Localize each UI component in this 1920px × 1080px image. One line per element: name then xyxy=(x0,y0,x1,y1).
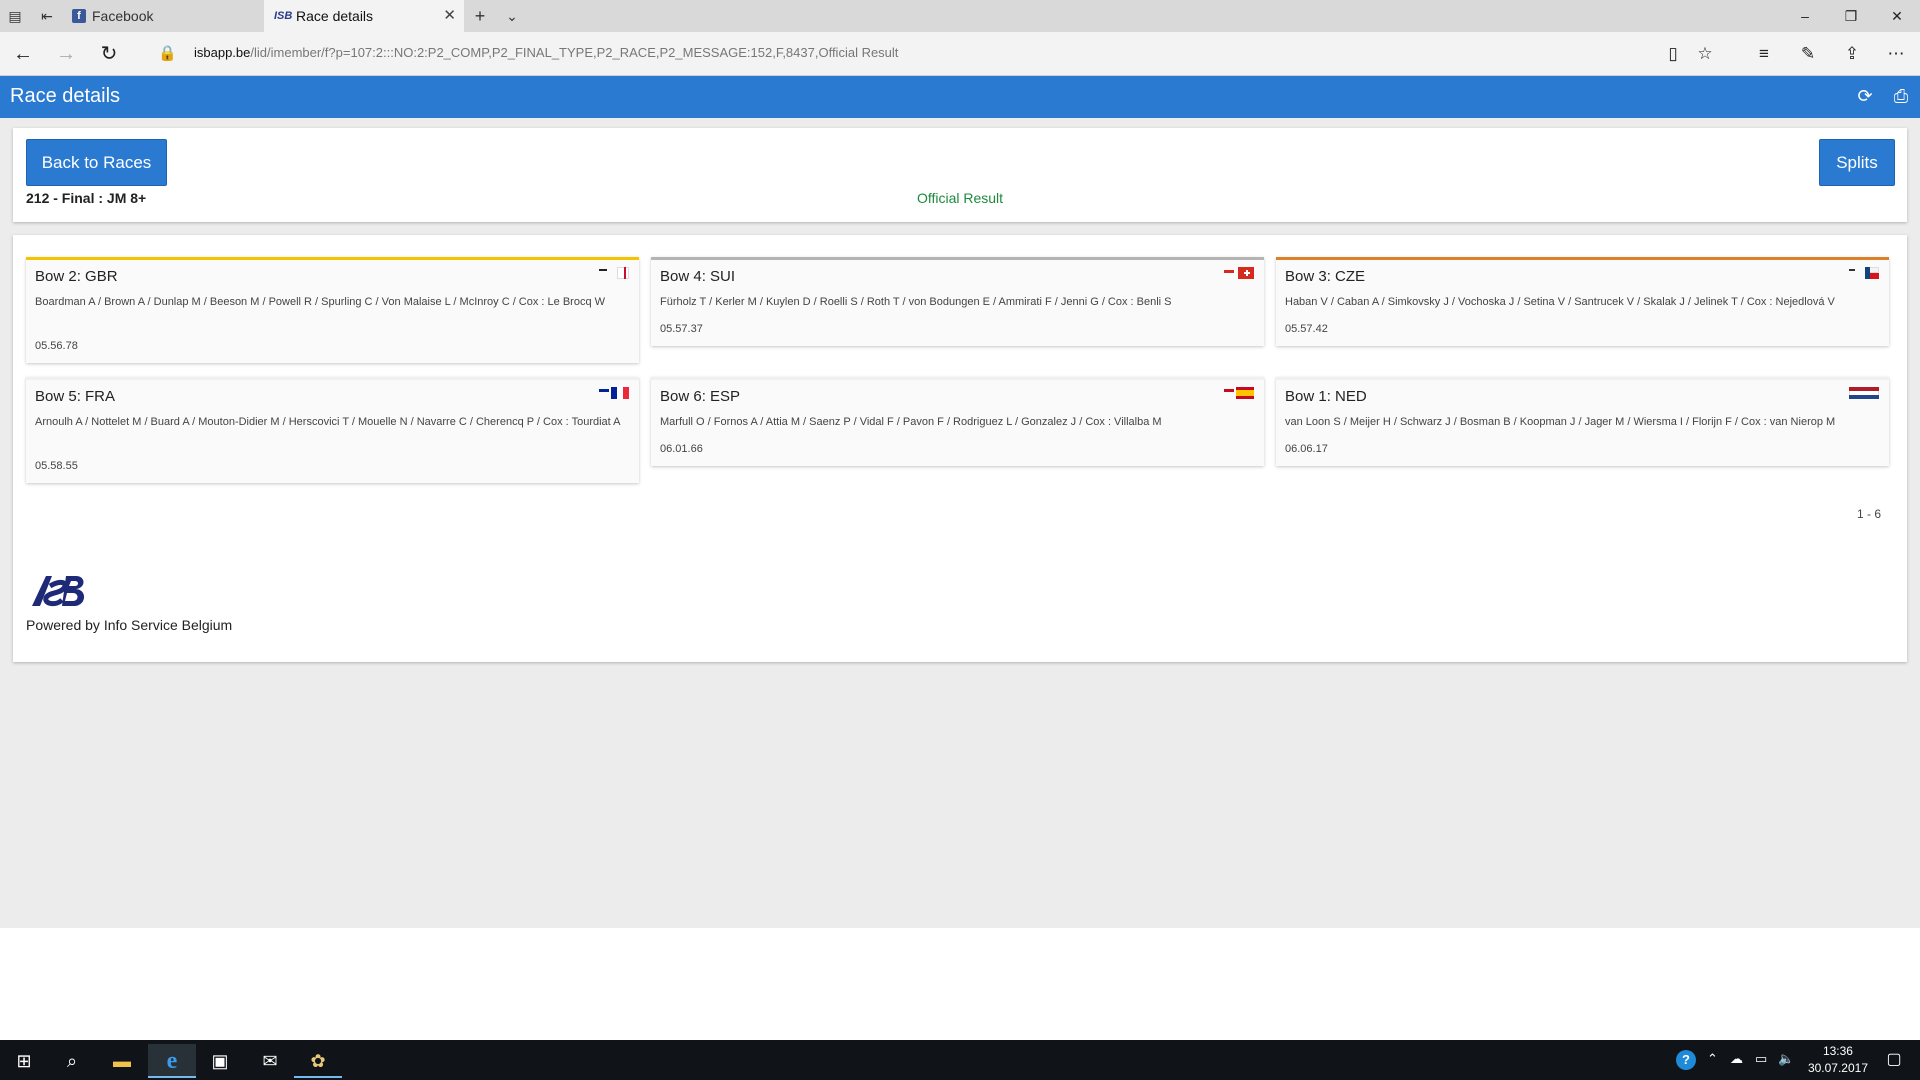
crew-members: Fürholz T / Kerler M / Kuylen D / Roelli… xyxy=(660,296,1172,308)
finish-time: 05.57.42 xyxy=(1285,323,1328,335)
favorite-star-icon[interactable]: ☆ xyxy=(1692,42,1718,66)
close-window-button[interactable]: ✕ xyxy=(1874,0,1920,32)
crew-title: Bow 6: ESP xyxy=(660,388,741,405)
page-bottom-area xyxy=(0,928,1920,1040)
store-icon[interactable]: ▣ xyxy=(196,1044,244,1078)
crew-title: Bow 1: NED xyxy=(1285,388,1367,405)
chevron-up-icon[interactable]: ⌃ xyxy=(1707,1051,1718,1067)
onedrive-icon[interactable]: ☁ xyxy=(1730,1051,1743,1067)
result-card[interactable]: Bow 5: FRA Arnoulh A / Nottelet M / Buar… xyxy=(26,377,639,483)
close-tab-icon[interactable]: ✕ xyxy=(443,0,456,32)
isb-icon: ISB xyxy=(274,10,293,22)
finish-time: 06.01.66 xyxy=(660,443,703,455)
crew-members: Arnoulh A / Nottelet M / Buard A / Mouto… xyxy=(35,416,621,428)
file-explorer-icon[interactable]: ▬ xyxy=(98,1044,146,1078)
finish-time: 05.57.37 xyxy=(660,323,703,335)
app-header: Race details ⟳ ⎙ xyxy=(0,76,1920,118)
url-path: /lid/imember/f?p=107:2:::NO:2:P2_COMP,P2… xyxy=(250,45,899,60)
race-status: Official Result xyxy=(916,190,1004,206)
volume-icon[interactable]: 🔈 xyxy=(1778,1051,1794,1067)
crew-title: Bow 2: GBR xyxy=(35,268,118,285)
more-icon[interactable]: ⋯ xyxy=(1883,42,1909,66)
flag-gbr-icon xyxy=(599,267,629,279)
crew-members: Haban V / Caban A / Simkovsky J / Vochos… xyxy=(1285,296,1835,308)
restore-button[interactable]: ❐ xyxy=(1828,0,1874,32)
race-header-panel: Back to Races Splits 212 - Final : JM 8+… xyxy=(13,128,1907,222)
finish-time: 06.06.17 xyxy=(1285,443,1328,455)
flag-fra-icon xyxy=(599,387,629,399)
forward-icon[interactable]: → xyxy=(53,42,79,66)
crew-title: Bow 4: SUI xyxy=(660,268,736,285)
clock-time: 13:36 xyxy=(1822,1044,1853,1058)
url-host: isbapp.be xyxy=(194,45,251,60)
set-tabs-aside-icon[interactable]: ⇤ xyxy=(38,7,56,25)
tab-label: Facebook xyxy=(92,8,154,24)
web-note-icon[interactable]: ✎ xyxy=(1795,42,1821,66)
pagination-range: 1 - 6 xyxy=(1856,507,1881,521)
network-icon[interactable]: ▭ xyxy=(1755,1051,1767,1067)
crew-members: Boardman A / Brown A / Dunlap M / Beeson… xyxy=(35,296,606,308)
results-panel: Bow 2: GBR Boardman A / Brown A / Dunlap… xyxy=(13,235,1907,662)
crew-members: Marfull O / Fornos A / Attia M / Saenz P… xyxy=(660,416,1162,428)
finish-time: 05.58.55 xyxy=(35,460,78,472)
result-card[interactable]: Bow 6: ESP Marfull O / Fornos A / Attia … xyxy=(651,377,1264,466)
chevron-down-icon[interactable]: ⌄ xyxy=(503,7,521,25)
mail-icon[interactable]: ✉ xyxy=(246,1044,294,1078)
facebook-icon: f xyxy=(72,9,86,23)
tab-label: Race details xyxy=(296,8,374,24)
result-card[interactable]: Bow 1: NED van Loon S / Meijer H / Schwa… xyxy=(1276,377,1889,466)
edge-browser-icon[interactable]: e xyxy=(148,1044,196,1078)
reading-view-icon[interactable]: ▯ xyxy=(1660,42,1686,66)
finish-time: 05.56.78 xyxy=(35,340,78,352)
share-icon[interactable]: ⇪ xyxy=(1839,42,1865,66)
url-field[interactable]: isbapp.be/lid/imember/f?p=107:2:::NO:2:P… xyxy=(194,45,898,60)
crew-title: Bow 3: CZE xyxy=(1285,268,1366,285)
splits-button[interactable]: Splits xyxy=(1819,139,1895,186)
powered-by-text: Powered by Info Service Belgium xyxy=(26,617,233,633)
windows-start-icon[interactable]: ⊞ xyxy=(0,1044,48,1078)
taskbar: ⊞ ⌕ ▬ e ▣ ✉ ✿ ? ⌃ ☁ ▭ 🔈 13:36 30.07.2017… xyxy=(0,1040,1920,1080)
tab-facebook[interactable]: f Facebook xyxy=(62,0,262,32)
search-icon[interactable]: ⌕ xyxy=(48,1044,96,1078)
refresh-icon[interactable]: ⟳ xyxy=(1854,85,1876,107)
tab-preview-icon[interactable]: ▤ xyxy=(6,7,24,25)
page-title: Race details xyxy=(10,85,121,107)
crew-members: van Loon S / Meijer H / Schwarz J / Bosm… xyxy=(1285,416,1836,428)
back-to-races-button[interactable]: Back to Races xyxy=(26,139,167,186)
print-icon[interactable]: ⎙ xyxy=(1890,85,1912,107)
flag-ned-icon xyxy=(1849,387,1879,399)
address-bar: ← → ↻ 🔒 isbapp.be/lid/imember/f?p=107:2:… xyxy=(0,32,1920,76)
hub-icon[interactable]: ≡ xyxy=(1751,42,1777,66)
browser-tab-bar: ▤ ⇤ f Facebook ISB Race details ✕ + ⌄ – … xyxy=(0,0,1920,32)
crew-title: Bow 5: FRA xyxy=(35,388,116,405)
back-icon[interactable]: ← xyxy=(10,42,36,66)
refresh-icon[interactable]: ↻ xyxy=(96,42,122,66)
result-card[interactable]: Bow 3: CZE Haban V / Caban A / Simkovsky… xyxy=(1276,257,1889,346)
flag-cze-icon xyxy=(1849,267,1879,279)
result-card[interactable]: Bow 2: GBR Boardman A / Brown A / Dunlap… xyxy=(26,257,639,363)
isb-logo xyxy=(32,576,85,607)
result-card[interactable]: Bow 4: SUI Fürholz T / Kerler M / Kuylen… xyxy=(651,257,1264,346)
flag-sui-icon xyxy=(1224,267,1254,279)
flag-esp-icon xyxy=(1224,387,1254,399)
action-center-icon[interactable]: ▢ xyxy=(1876,1046,1912,1074)
clock-date: 30.07.2017 xyxy=(1807,1061,1868,1075)
lock-icon: 🔒 xyxy=(158,45,177,62)
paint-icon[interactable]: ✿ xyxy=(294,1044,342,1078)
help-icon[interactable]: ? xyxy=(1676,1050,1696,1070)
minimize-button[interactable]: – xyxy=(1782,0,1828,32)
system-clock[interactable]: 13:36 30.07.2017 xyxy=(1808,1043,1868,1077)
tab-race-details[interactable]: ISB Race details ✕ xyxy=(264,0,464,32)
new-tab-button[interactable]: + xyxy=(471,7,489,25)
